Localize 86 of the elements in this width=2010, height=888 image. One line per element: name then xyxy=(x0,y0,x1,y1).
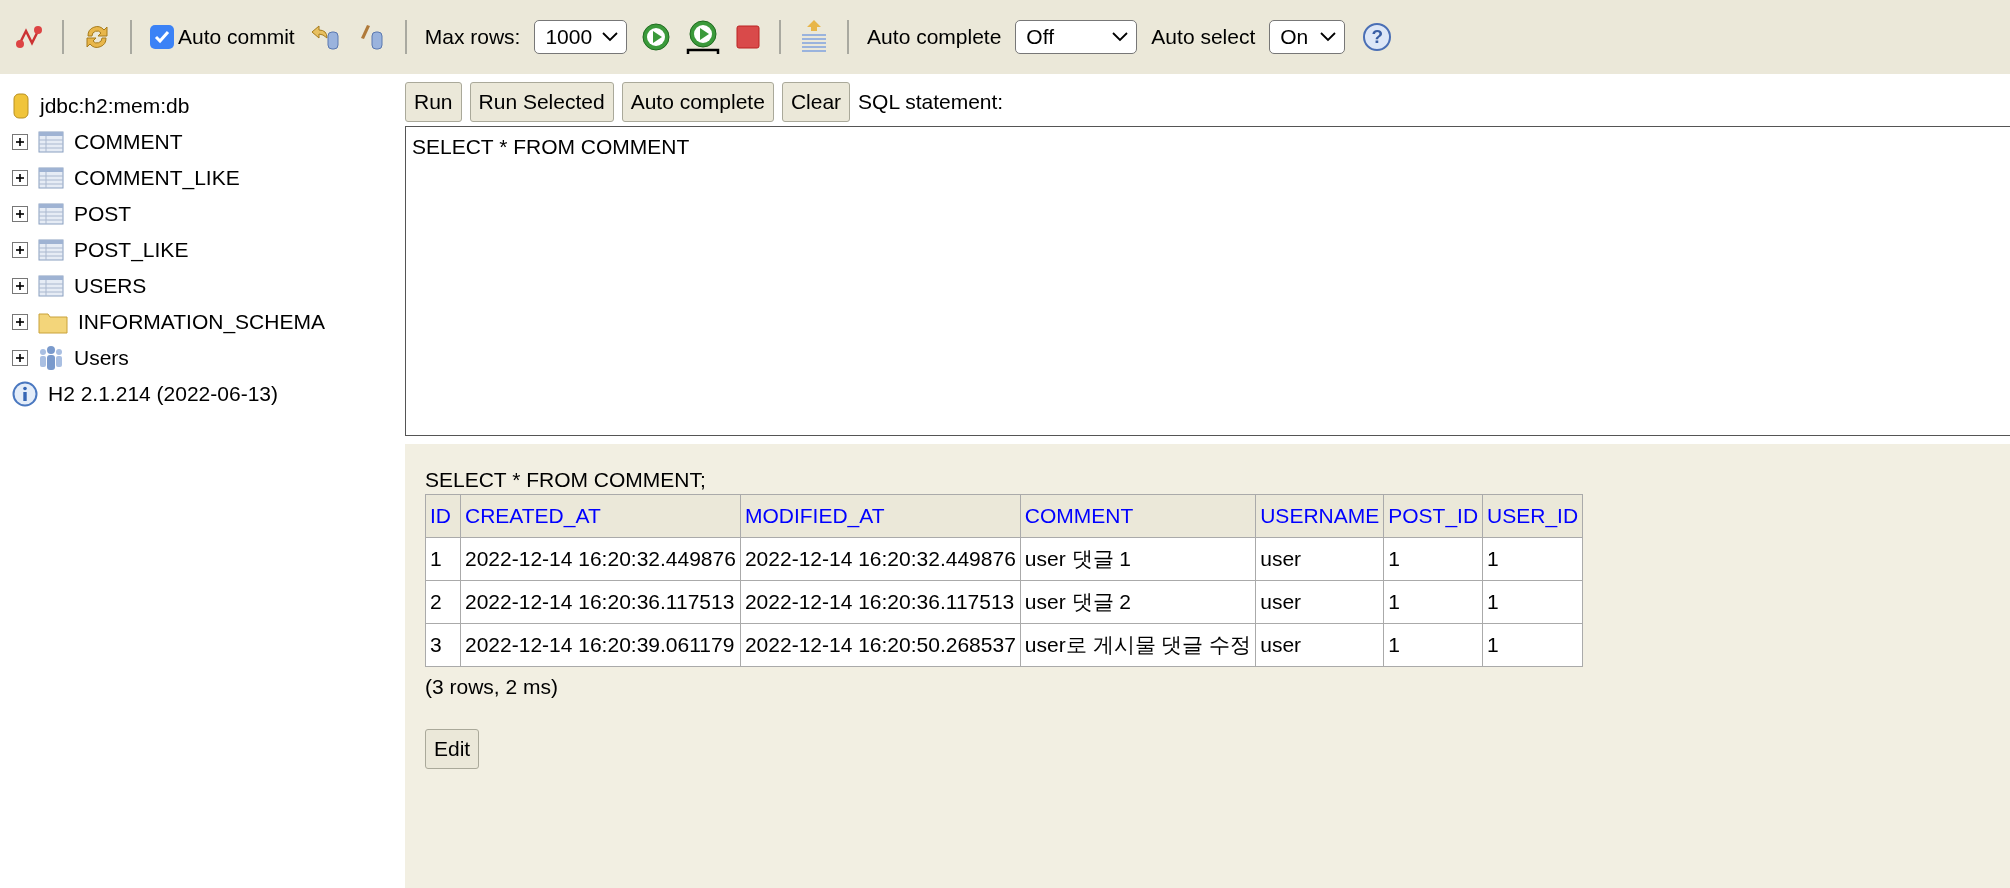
table-cell: 2022-12-14 16:20:36.117513 xyxy=(740,580,1021,624)
table-cell: 2022-12-14 16:20:32.449876 xyxy=(460,537,741,581)
column-header[interactable]: ID xyxy=(425,494,461,538)
caret-icon xyxy=(1320,32,1337,42)
table-cell: 1 xyxy=(1383,580,1483,624)
table-cell: 2 xyxy=(425,580,461,624)
stop-icon[interactable] xyxy=(735,24,762,50)
column-header[interactable]: COMMENT xyxy=(1020,494,1256,538)
expand-toggle[interactable] xyxy=(12,206,28,222)
toolbar-button[interactable]: Clear xyxy=(781,82,851,122)
column-header[interactable]: CREATED_AT xyxy=(460,494,741,538)
column-header[interactable]: MODIFIED_AT xyxy=(740,494,1021,538)
toolbar-button[interactable]: Auto complete xyxy=(621,82,774,122)
tree-item[interactable]: USERS xyxy=(74,274,147,298)
run-icon[interactable] xyxy=(641,22,672,52)
table-cell: 1 xyxy=(1482,537,1583,581)
auto-commit-checkbox[interactable] xyxy=(150,25,174,49)
tree-item[interactable]: POST_LIKE xyxy=(74,238,189,262)
toolbar-button[interactable]: Run Selected xyxy=(469,82,614,122)
table-cell: user xyxy=(1255,623,1384,667)
dropdown[interactable]: Off xyxy=(1015,20,1138,54)
table-icon xyxy=(38,167,64,189)
query-text: SELECT * FROM COMMENT; xyxy=(425,468,706,492)
table-cell: user 댓글 2 xyxy=(1020,580,1256,624)
table-cell: 1 xyxy=(1383,623,1483,667)
expand-toggle[interactable] xyxy=(12,170,28,186)
version-text: H2 2.1.214 (2022-06-13) xyxy=(48,382,278,406)
table-cell: 1 xyxy=(425,537,461,581)
sql-editor[interactable]: SELECT * FROM COMMENT xyxy=(405,126,2010,436)
plus-icon xyxy=(15,281,25,291)
disconnect-icon[interactable] xyxy=(14,23,44,51)
table-cell: 2022-12-14 16:20:36.117513 xyxy=(460,580,741,624)
plus-icon xyxy=(15,245,25,255)
table-cell: 3 xyxy=(425,623,461,667)
info-icon xyxy=(12,381,38,407)
table-cell: user 댓글 1 xyxy=(1020,537,1256,581)
table-cell: 2022-12-14 16:20:32.449876 xyxy=(740,537,1021,581)
plus-icon xyxy=(15,353,25,363)
select-label: Max rows: xyxy=(424,25,521,49)
expand-toggle[interactable] xyxy=(12,350,28,366)
caret-icon xyxy=(602,32,619,42)
table-cell: user xyxy=(1255,580,1384,624)
table-cell: user로 게시물 댓글 수정 xyxy=(1020,623,1256,667)
table-icon xyxy=(38,203,64,225)
folder-icon xyxy=(38,310,68,334)
tree-item[interactable]: COMMENT xyxy=(74,130,183,154)
table-cell: 2022-12-14 16:20:50.268537 xyxy=(740,623,1021,667)
checkmark-icon xyxy=(154,30,170,44)
caret-icon xyxy=(1112,32,1129,42)
select-label: Auto complete xyxy=(867,25,1002,49)
plus-icon xyxy=(15,137,25,147)
checkbox-label: Auto commit xyxy=(178,25,295,49)
help-button[interactable]: ? xyxy=(1363,23,1392,51)
table-cell: 1 xyxy=(1482,580,1583,624)
toolbar-button[interactable]: Run xyxy=(405,82,462,122)
table-icon xyxy=(38,275,64,297)
select-label: Auto select xyxy=(1151,25,1256,49)
table-icon xyxy=(38,239,64,261)
dropdown[interactable]: 1000 xyxy=(534,20,628,54)
tree-item[interactable]: POST xyxy=(74,202,132,226)
expand-toggle[interactable] xyxy=(12,278,28,294)
column-header[interactable]: USER_ID xyxy=(1482,494,1583,538)
plus-icon xyxy=(15,317,25,327)
expand-toggle[interactable] xyxy=(12,242,28,258)
database-icon xyxy=(12,93,30,119)
tree-item[interactable]: Users xyxy=(74,346,129,370)
table-cell: 1 xyxy=(1482,623,1583,667)
column-header[interactable]: USERNAME xyxy=(1255,494,1384,538)
expand-toggle[interactable] xyxy=(12,134,28,150)
result-summary: (3 rows, 2 ms) xyxy=(425,675,558,699)
plus-icon xyxy=(15,173,25,183)
tree-item[interactable]: COMMENT_LIKE xyxy=(74,166,240,190)
table-cell: user xyxy=(1255,537,1384,581)
expand-toggle[interactable] xyxy=(12,314,28,330)
run-selected-icon[interactable] xyxy=(685,19,722,55)
column-header[interactable]: POST_ID xyxy=(1383,494,1483,538)
dropdown[interactable]: On xyxy=(1269,20,1346,54)
plus-icon xyxy=(15,209,25,219)
table-cell: 1 xyxy=(1383,537,1483,581)
table-cell: 2022-12-14 16:20:39.061179 xyxy=(460,623,741,667)
users-icon xyxy=(38,344,64,372)
connection-url: jdbc:h2:mem:db xyxy=(40,94,190,118)
table-icon xyxy=(38,131,64,153)
tree-item[interactable]: INFORMATION_SCHEMA xyxy=(78,310,325,334)
edit-button[interactable]: Edit xyxy=(425,729,480,769)
sql-statement-label: SQL statement: xyxy=(858,90,1004,114)
